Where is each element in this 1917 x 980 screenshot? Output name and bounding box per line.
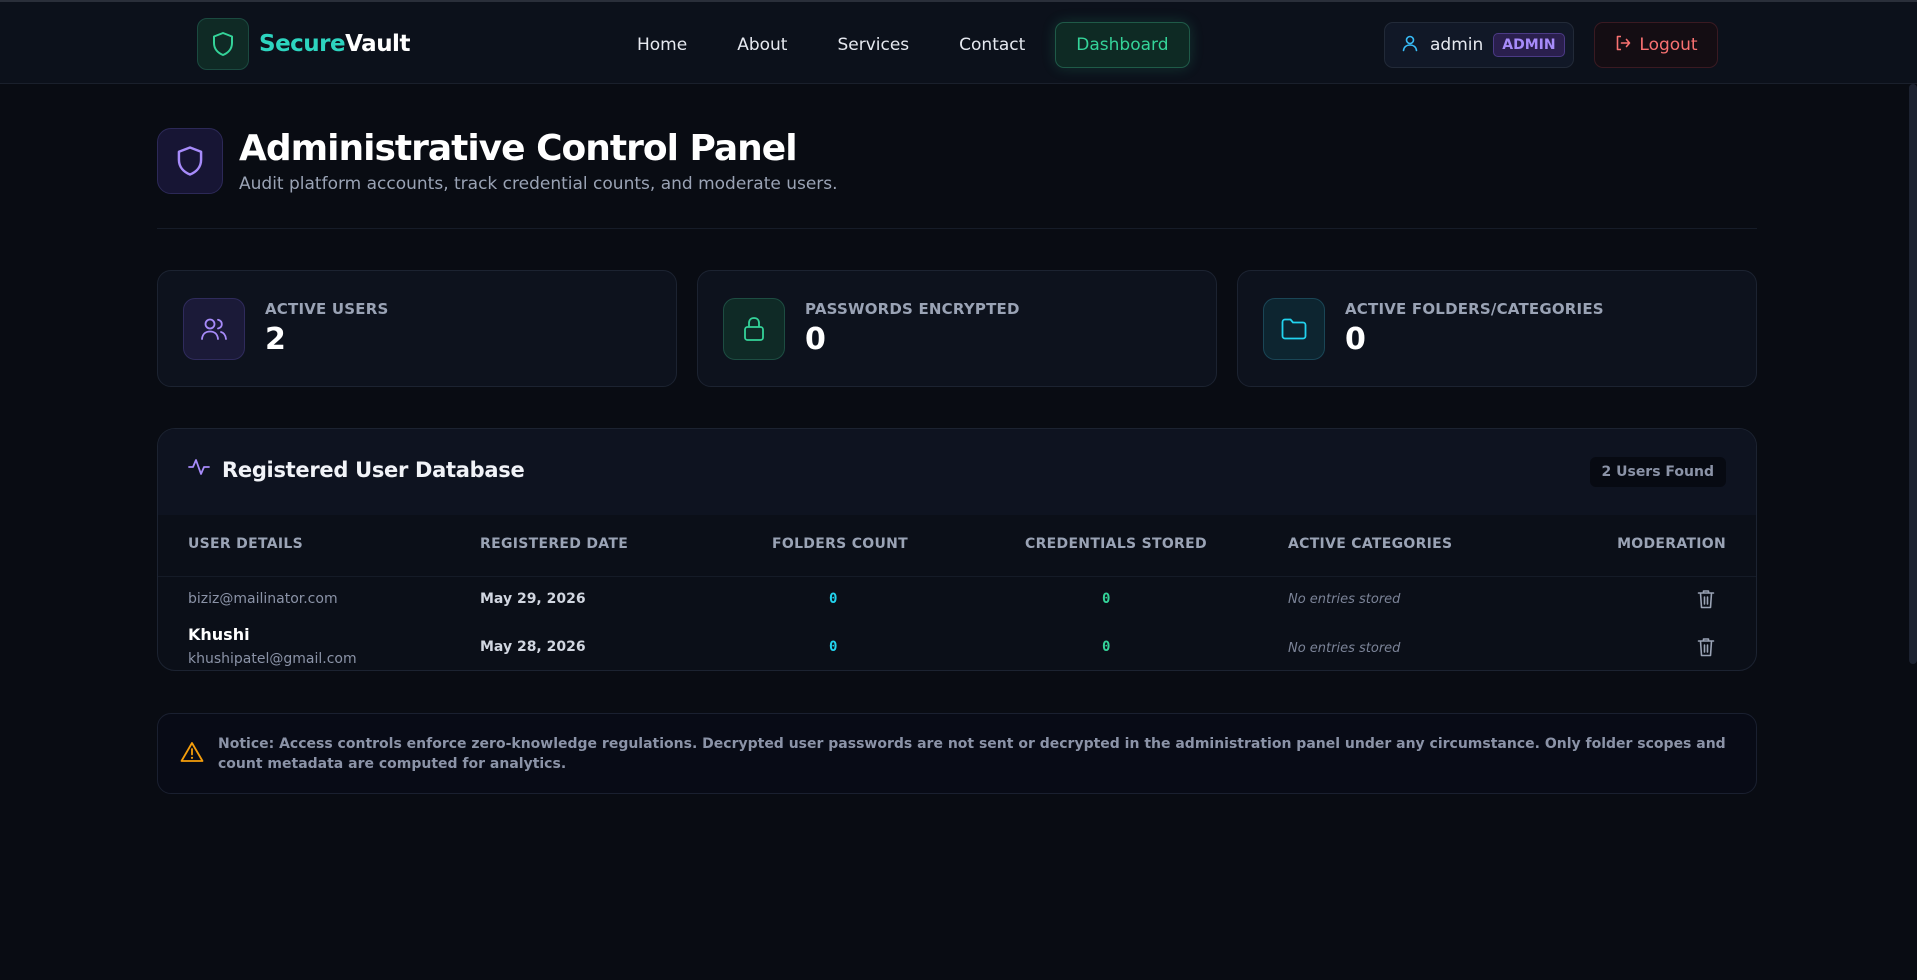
security-notice: Notice: Access controls enforce zero-kno… [157, 713, 1757, 794]
column-header-user-details[interactable]: USER DETAILS [188, 536, 303, 552]
page-scrollbar[interactable] [1909, 84, 1917, 664]
role-badge: ADMIN [1493, 33, 1565, 57]
logout-icon [1614, 34, 1632, 57]
top-navbar: SecureVault Home About Services Contact … [0, 0, 1917, 84]
user-icon [1401, 34, 1419, 56]
lock-icon [723, 297, 785, 360]
stat-value: 0 [1345, 322, 1366, 357]
users-found-badge: 2 Users Found [1589, 457, 1726, 487]
users-icon [183, 297, 245, 360]
stat-card-active-users: ACTIVE USERS 2 [157, 270, 677, 387]
column-header-moderation[interactable]: MODERATION [1617, 536, 1726, 552]
user-email: khushipatel@gmail.com [188, 651, 357, 667]
credentials-count: 0 [1102, 591, 1111, 607]
folders-count: 0 [829, 591, 838, 607]
column-header-active-categories[interactable]: ACTIVE CATEGORIES [1288, 536, 1452, 552]
header-divider [157, 228, 1757, 229]
folders-count: 0 [829, 639, 838, 655]
nav-dashboard[interactable]: Dashboard [1055, 22, 1190, 68]
folder-icon [1263, 297, 1325, 360]
delete-user-button[interactable] [1696, 636, 1716, 662]
delete-user-button[interactable] [1696, 588, 1716, 614]
credentials-count: 0 [1102, 639, 1111, 655]
trash-icon [1697, 590, 1715, 609]
nav-home[interactable]: Home [612, 22, 712, 68]
user-name: admin [1430, 35, 1484, 55]
registered-date: May 29, 2026 [480, 591, 586, 607]
logout-button[interactable]: Logout [1594, 22, 1718, 68]
brand-name: SecureVault [259, 31, 410, 57]
brand-name-part1: Secure [259, 31, 346, 57]
page-title: Administrative Control Panel [239, 128, 798, 169]
notice-text: Notice: Access controls enforce zero-kno… [218, 736, 1726, 772]
nav-about[interactable]: About [712, 22, 812, 68]
brand-name-part2: Vault [345, 31, 410, 57]
panel-title-text: Registered User Database [222, 457, 525, 482]
shield-icon [197, 18, 249, 70]
user-chip[interactable]: admin ADMIN [1384, 22, 1574, 68]
shield-icon [157, 128, 223, 194]
stat-card-passwords-encrypted: PASSWORDS ENCRYPTED 0 [697, 270, 1217, 387]
activity-icon [188, 457, 210, 482]
nav-links: Home About Services Contact Dashboard [612, 22, 1190, 68]
stat-value: 2 [265, 322, 286, 357]
panel-title: Registered User Database [188, 457, 525, 482]
page-header: Administrative Control Panel Audit platf… [157, 128, 838, 194]
logout-label: Logout [1639, 35, 1698, 55]
stat-label: ACTIVE FOLDERS/CATEGORIES [1345, 300, 1604, 318]
page-subtitle: Audit platform accounts, track credentia… [239, 174, 838, 194]
panel-header: Registered User Database 2 Users Found [158, 429, 1756, 515]
header-row-divider [158, 576, 1756, 577]
nav-contact[interactable]: Contact [934, 22, 1050, 68]
stat-card-active-folders: ACTIVE FOLDERS/CATEGORIES 0 [1237, 270, 1757, 387]
nav-services[interactable]: Services [812, 22, 934, 68]
trash-icon [1697, 638, 1715, 657]
user-database-panel: Registered User Database 2 Users Found U… [157, 428, 1757, 671]
warning-icon [180, 741, 204, 767]
column-header-registered-date[interactable]: REGISTERED DATE [480, 536, 628, 552]
active-categories: No entries stored [1288, 641, 1401, 656]
stat-label: ACTIVE USERS [265, 300, 389, 318]
user-name: Khushi [188, 625, 250, 644]
active-categories: No entries stored [1288, 592, 1401, 607]
stat-value: 0 [805, 322, 826, 357]
column-header-folders-count[interactable]: FOLDERS COUNT [772, 536, 908, 552]
user-email: biziz@mailinator.com [188, 591, 338, 607]
brand-logo[interactable]: SecureVault [197, 18, 410, 70]
column-header-credentials-stored[interactable]: CREDENTIALS STORED [1025, 536, 1207, 552]
stat-label: PASSWORDS ENCRYPTED [805, 300, 1020, 318]
registered-date: May 28, 2026 [480, 639, 586, 655]
